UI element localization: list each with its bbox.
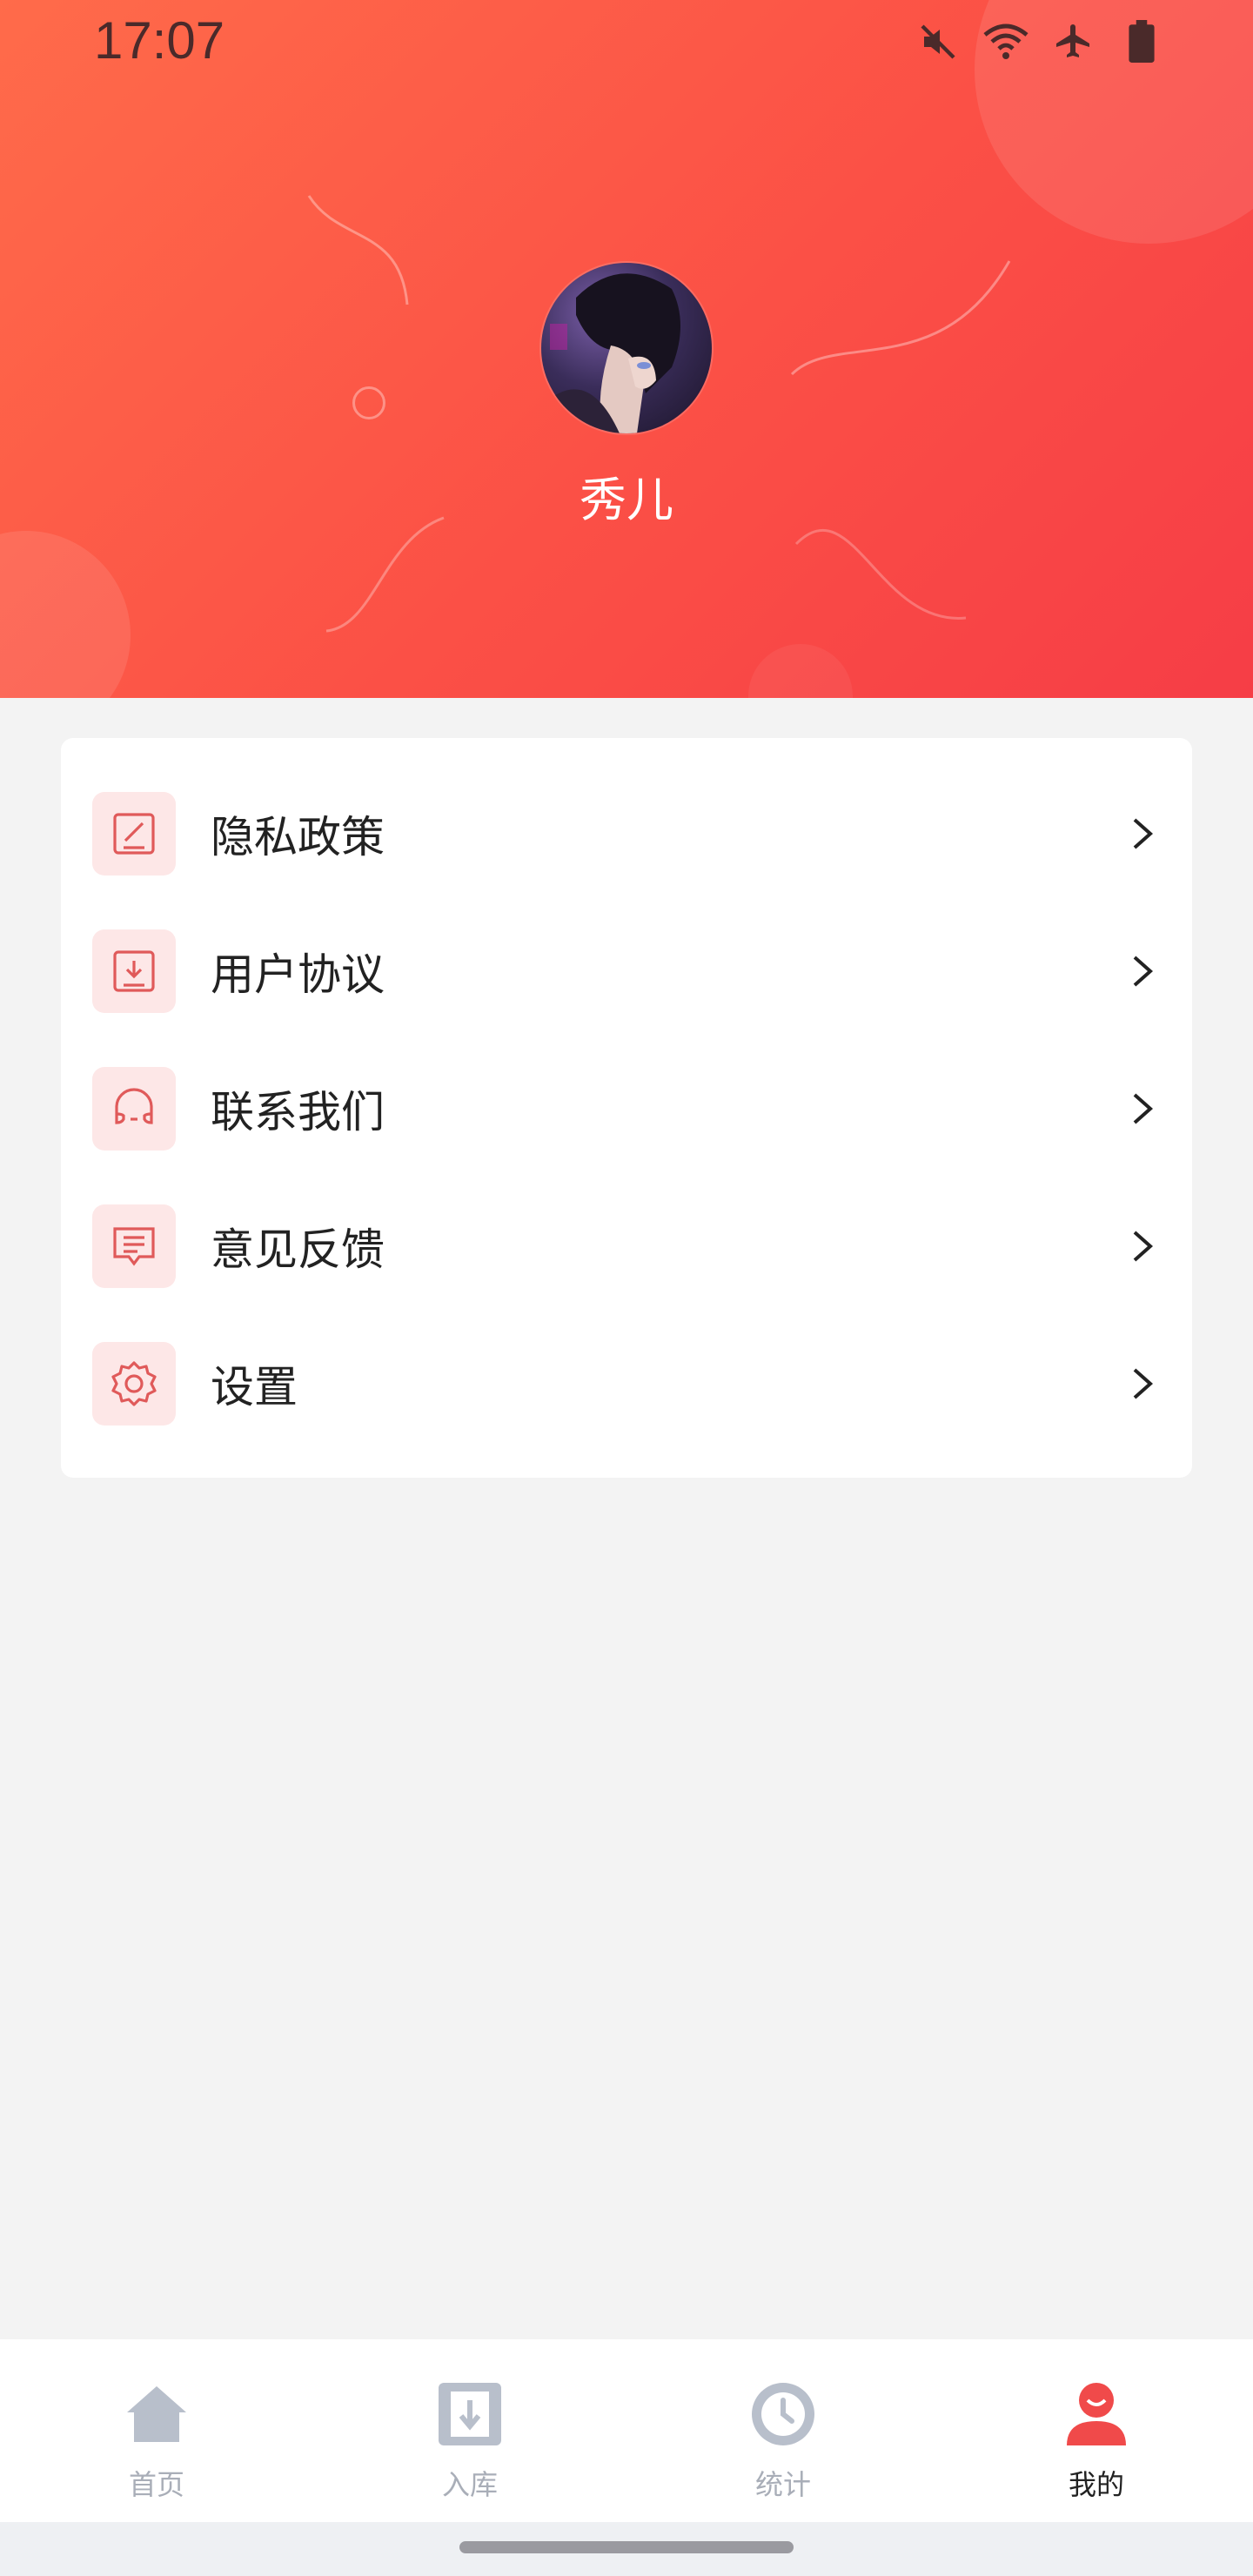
chevron-right-icon [1126,1366,1161,1401]
avatar[interactable] [541,263,712,433]
gesture-area [0,2522,1253,2576]
status-time: 17:07 [94,11,225,70]
nav-item-inbound[interactable]: 入库 [313,2339,626,2522]
inbound-icon [435,2379,505,2449]
menu-item-label: 用户协议 [211,949,385,1000]
chevron-right-icon [1126,816,1161,851]
menu-item-feedback[interactable]: 意见反馈 [61,1177,1192,1315]
menu-item-label: 联系我们 [211,1087,385,1137]
nav-label: 入库 [441,2468,498,2501]
nav-label: 统计 [754,2468,811,2501]
profile-header: 17:07 秀儿 [0,0,1253,698]
menu-card: 隐私政策 用户协议 联系我们 意见反馈 设置 [61,738,1192,1478]
nav-item-home[interactable]: 首页 [0,2339,313,2522]
download-document-icon [92,929,176,1013]
nav-label: 首页 [128,2468,184,2501]
menu-item-contact-us[interactable]: 联系我们 [61,1040,1192,1177]
home-gesture-bar[interactable] [459,2541,794,2553]
airplane-icon [1049,17,1098,66]
nav-item-statistics[interactable]: 统计 [626,2339,940,2522]
status-icons [914,17,1166,66]
edit-document-icon [92,792,176,875]
menu-item-user-agreement[interactable]: 用户协议 [61,902,1192,1040]
clock-icon [748,2379,818,2449]
username: 秀儿 [580,473,673,527]
status-bar: 17:07 [0,0,1253,87]
feedback-message-icon [92,1204,176,1288]
wifi-icon [982,17,1030,66]
headset-icon [92,1067,176,1150]
menu-item-label: 隐私政策 [211,812,385,862]
menu-item-privacy-policy[interactable]: 隐私政策 [61,765,1192,902]
gear-icon [92,1342,176,1426]
user-icon [1062,2379,1131,2449]
battery-icon [1117,17,1166,66]
chevron-right-icon [1126,1091,1161,1126]
nav-label: 我的 [1068,2468,1124,2501]
bottom-nav: 首页 入库 统计 我的 [0,2339,1253,2522]
home-icon [122,2379,191,2449]
mute-icon [914,17,962,66]
nav-item-mine[interactable]: 我的 [940,2339,1253,2522]
chevron-right-icon [1126,1229,1161,1264]
chevron-right-icon [1126,954,1161,989]
menu-item-label: 设置 [211,1362,298,1412]
menu-item-label: 意见反馈 [211,1224,385,1275]
menu-item-settings[interactable]: 设置 [61,1315,1192,1452]
